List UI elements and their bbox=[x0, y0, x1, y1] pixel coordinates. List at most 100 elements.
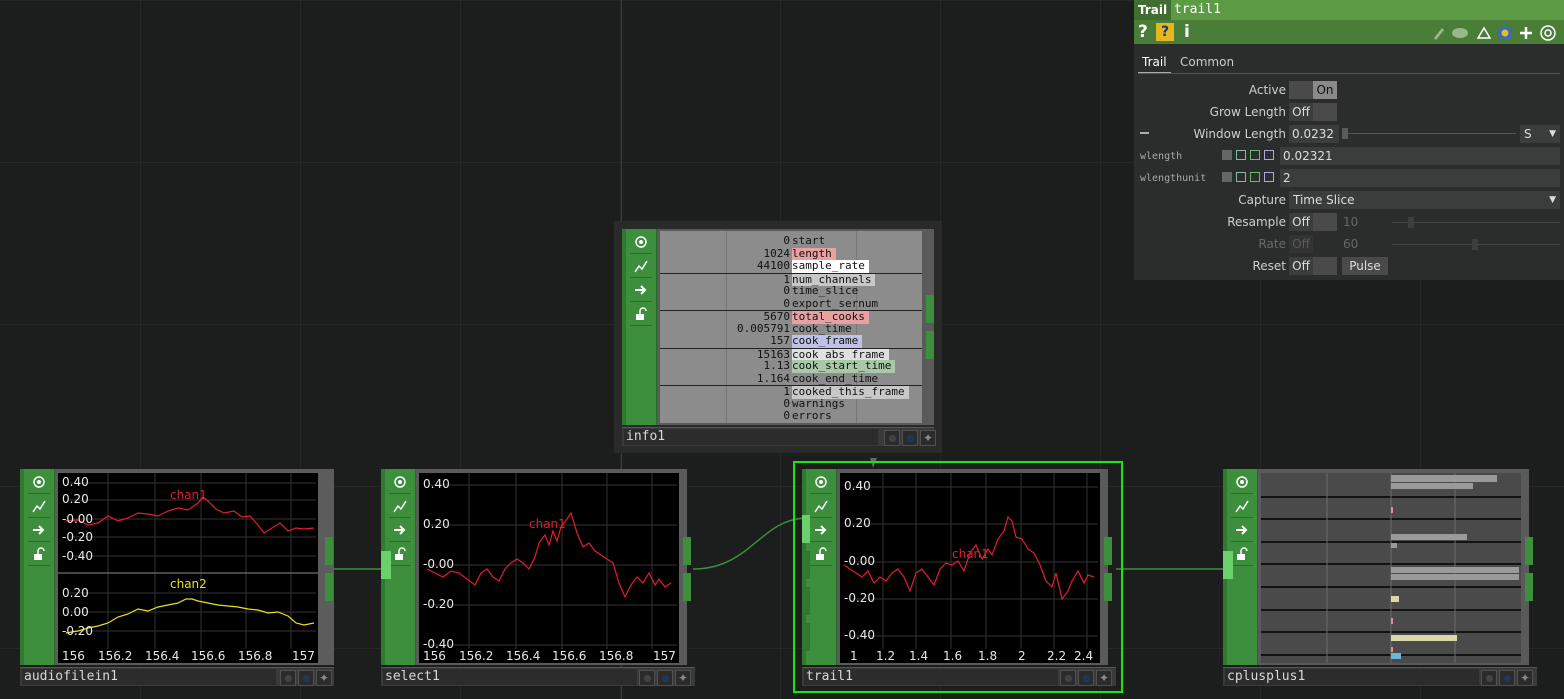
viewer-icon[interactable] bbox=[630, 231, 652, 254]
output-connector[interactable] bbox=[325, 573, 333, 601]
output-connector[interactable] bbox=[1104, 537, 1112, 565]
python-help-icon[interactable]: ? bbox=[1156, 23, 1174, 41]
node-info[interactable]: 0 start 1024 length 44100 sample_rate 1 num_cha… bbox=[614, 221, 942, 453]
output-connector[interactable] bbox=[1104, 573, 1112, 601]
input-connector[interactable] bbox=[1223, 551, 1233, 579]
display-icon[interactable] bbox=[1499, 670, 1515, 686]
pin-icon[interactable]: ✦ bbox=[1096, 670, 1112, 686]
pulse-button[interactable]: Pulse bbox=[1342, 257, 1388, 275]
lock-icon[interactable] bbox=[810, 543, 832, 566]
export-mode-icon[interactable] bbox=[1250, 150, 1260, 160]
input-connector[interactable] bbox=[802, 515, 810, 543]
grow-length-toggle[interactable]: Off bbox=[1289, 103, 1337, 121]
output-connector[interactable] bbox=[926, 331, 934, 359]
node-name[interactable]: audiofilein1 bbox=[22, 669, 276, 685]
output-connector[interactable] bbox=[1525, 537, 1533, 565]
node-audiofilein[interactable]: 0.40 0.20 -0.00 -0.20 -0.40 0.20 0.00 -0… bbox=[20, 469, 334, 687]
output-connector[interactable] bbox=[325, 537, 333, 565]
lock-icon[interactable] bbox=[389, 543, 411, 566]
wlength-field[interactable]: 0.02321 bbox=[1280, 147, 1560, 165]
viewer-icon[interactable] bbox=[810, 471, 832, 494]
operator-name[interactable]: trail1 bbox=[1174, 0, 1221, 20]
display-icon[interactable] bbox=[902, 430, 918, 446]
export-mode-icon[interactable] bbox=[1250, 172, 1260, 182]
pin-icon[interactable]: ✦ bbox=[920, 430, 936, 446]
input-connector[interactable] bbox=[802, 587, 810, 615]
tab-common[interactable]: Common bbox=[1176, 52, 1238, 72]
bypass-icon[interactable] bbox=[1060, 670, 1076, 686]
node-name[interactable]: cplusplus1 bbox=[1225, 669, 1479, 685]
arrow-icon[interactable] bbox=[389, 519, 411, 542]
collapse-icon[interactable] bbox=[1140, 132, 1149, 134]
chart-icon[interactable] bbox=[1231, 495, 1253, 518]
python-icon[interactable] bbox=[1498, 26, 1512, 40]
active-toggle[interactable]: On bbox=[1289, 81, 1337, 99]
constant-mode-icon[interactable] bbox=[1222, 172, 1232, 182]
output-connector[interactable] bbox=[926, 295, 934, 323]
window-length-field[interactable]: 0.0232 bbox=[1289, 125, 1339, 143]
constant-mode-icon[interactable] bbox=[1222, 150, 1232, 160]
pin-icon[interactable]: ✦ bbox=[675, 670, 691, 686]
viewer-icon[interactable] bbox=[389, 471, 411, 494]
output-connector[interactable] bbox=[1525, 573, 1533, 601]
y-tick: -0.20 bbox=[62, 530, 94, 544]
output-connector[interactable] bbox=[683, 573, 691, 601]
node-name[interactable]: trail1 bbox=[804, 669, 1058, 685]
lock-icon[interactable] bbox=[1231, 543, 1253, 566]
chart-icon[interactable] bbox=[810, 495, 832, 518]
info-icon[interactable]: i bbox=[1184, 22, 1190, 42]
bypass-icon[interactable] bbox=[639, 670, 655, 686]
capture-select[interactable]: Time Slice ▼ bbox=[1289, 191, 1560, 209]
window-length-slider[interactable] bbox=[1342, 128, 1516, 139]
expression-mode-icon[interactable] bbox=[1236, 172, 1246, 182]
edit-icon[interactable] bbox=[1434, 28, 1444, 40]
node-cplusplus[interactable]: cplusplus1 ✦ bbox=[1223, 469, 1537, 687]
arrow-icon[interactable] bbox=[810, 519, 832, 542]
info-key: cook_frame bbox=[792, 334, 863, 348]
expression-mode-icon[interactable] bbox=[1236, 150, 1246, 160]
display-icon[interactable] bbox=[298, 670, 314, 686]
reset-toggle[interactable]: Off bbox=[1289, 257, 1337, 275]
output-connector[interactable] bbox=[683, 537, 691, 565]
bind-mode-icon[interactable] bbox=[1264, 172, 1274, 182]
info-row: 0 errors bbox=[660, 409, 922, 423]
chart-icon[interactable] bbox=[630, 255, 652, 278]
arrow-icon[interactable] bbox=[28, 519, 50, 542]
bypass-icon[interactable] bbox=[884, 430, 900, 446]
arrow-icon[interactable] bbox=[1231, 519, 1253, 542]
pin-icon[interactable]: ✦ bbox=[316, 670, 332, 686]
wlengthunit-field[interactable]: 2 bbox=[1280, 169, 1560, 187]
chart-icon[interactable] bbox=[28, 495, 50, 518]
display-icon[interactable] bbox=[1078, 670, 1094, 686]
comment-icon[interactable] bbox=[1452, 28, 1468, 38]
reset-label: Reset bbox=[1252, 259, 1286, 273]
lock-icon[interactable] bbox=[630, 303, 652, 326]
resample-count[interactable]: 10 bbox=[1343, 215, 1358, 229]
node-name[interactable]: select1 bbox=[383, 669, 637, 685]
input-connector[interactable] bbox=[802, 551, 810, 579]
viewer-icon[interactable] bbox=[1231, 471, 1253, 494]
lock-icon[interactable] bbox=[28, 543, 50, 566]
bypass-icon[interactable] bbox=[1481, 670, 1497, 686]
arrow-icon[interactable] bbox=[630, 279, 652, 302]
add-icon[interactable] bbox=[1520, 27, 1532, 39]
help-icon[interactable]: ? bbox=[1138, 22, 1148, 42]
input-connector[interactable] bbox=[802, 623, 810, 651]
tab-trail[interactable]: Trail bbox=[1138, 52, 1171, 73]
wire-select-trail[interactable] bbox=[692, 517, 806, 570]
target-icon[interactable] bbox=[1540, 25, 1556, 41]
resample-toggle[interactable]: Off bbox=[1289, 213, 1337, 231]
pin-icon[interactable]: ✦ bbox=[1517, 670, 1533, 686]
node-name[interactable]: info1 bbox=[624, 429, 878, 445]
node-select[interactable]: 0.40 0.20 -0.00 -0.20 -0.40 chan1 156 15… bbox=[381, 469, 695, 687]
chart-icon[interactable] bbox=[389, 495, 411, 518]
viewer-icon[interactable] bbox=[28, 471, 50, 494]
clone-icon[interactable] bbox=[1476, 26, 1492, 39]
info-value: 0 bbox=[783, 409, 790, 422]
node-trail[interactable]: 0.40 0.20 -0.00 -0.20 -0.40 chan1 1 1.2 … bbox=[802, 469, 1116, 687]
display-icon[interactable] bbox=[657, 670, 673, 686]
bind-mode-icon[interactable] bbox=[1264, 150, 1274, 160]
bypass-icon[interactable] bbox=[280, 670, 296, 686]
window-unit-select[interactable]: S ▼ bbox=[1520, 125, 1560, 143]
input-connector[interactable] bbox=[381, 551, 391, 579]
